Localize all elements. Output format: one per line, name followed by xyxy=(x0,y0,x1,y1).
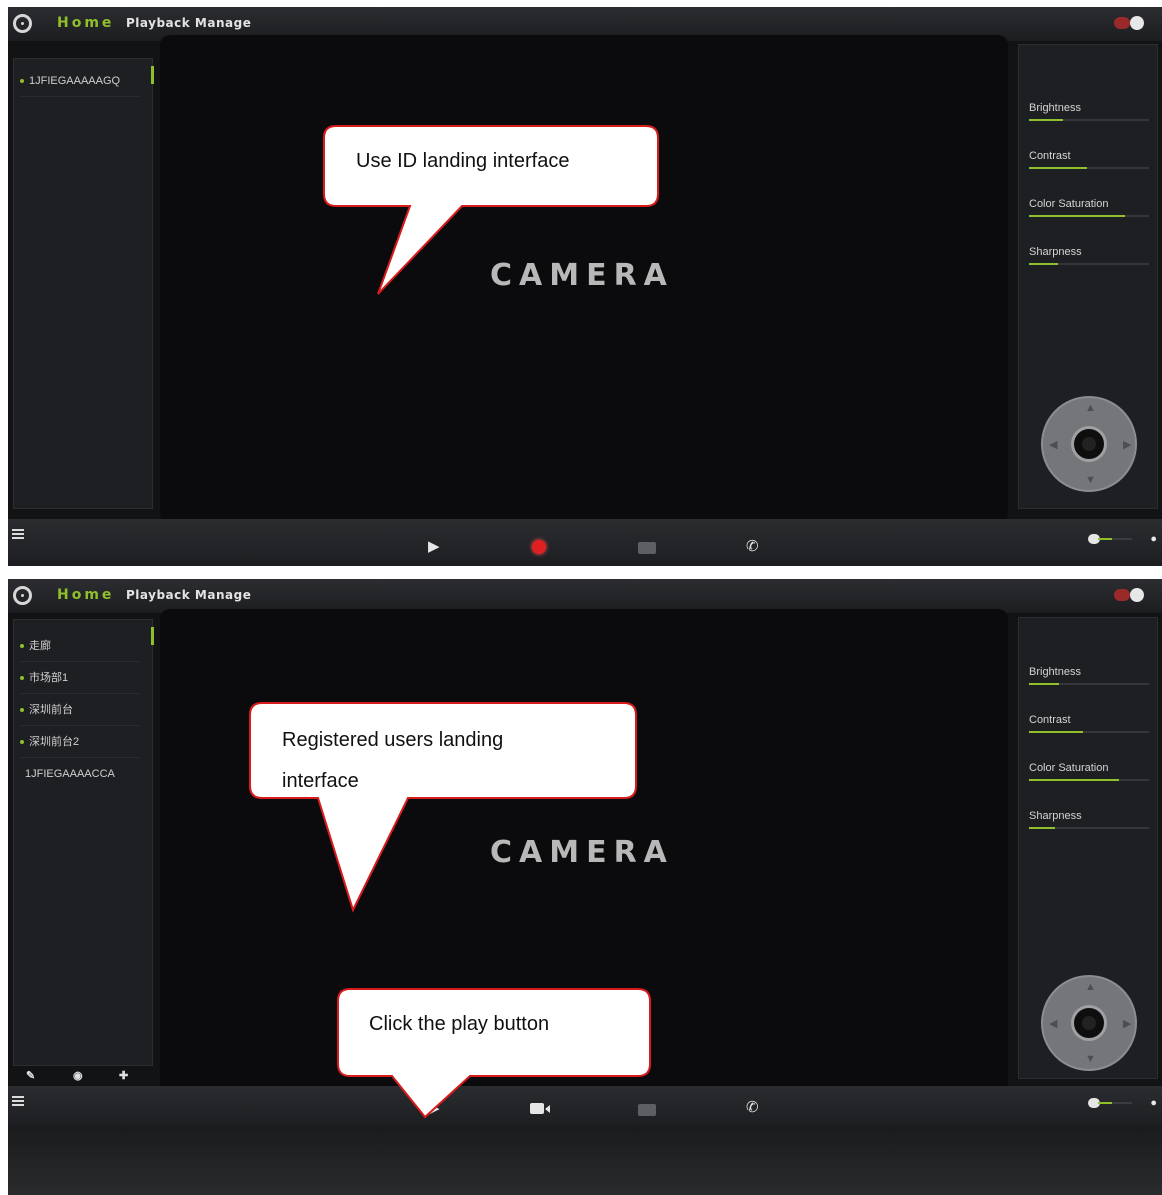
callout-text-play-button: Click the play button xyxy=(369,1013,550,1035)
callout-text-id-login: Use ID landing interface xyxy=(356,150,570,172)
callout-overlay xyxy=(249,125,659,1119)
callout-text-registered-line2: interface xyxy=(282,770,359,792)
callout-text-registered-line1: Registered users landing xyxy=(282,729,504,751)
